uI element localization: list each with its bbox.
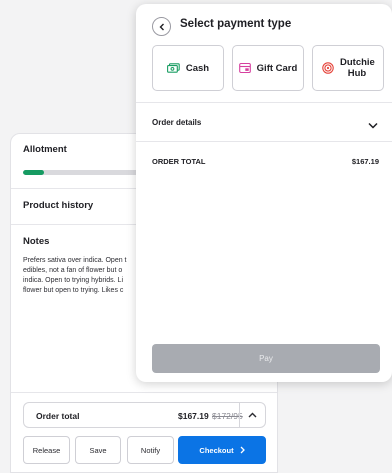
payment-option-label: Cash: [185, 62, 210, 74]
order-total-expand-button[interactable]: [239, 403, 265, 427]
release-button[interactable]: Release: [23, 436, 70, 464]
dutchie-hub-icon: [322, 62, 334, 74]
order-total-bar: Order total $167.19 $172/95: [23, 402, 266, 428]
order-details-expand-button[interactable]: [368, 116, 378, 134]
notify-button[interactable]: Notify: [127, 436, 174, 464]
chevron-up-icon: [248, 412, 257, 418]
chevron-left-icon: [159, 23, 164, 30]
divider: [136, 102, 392, 103]
payment-option-cash[interactable]: Cash: [152, 45, 224, 91]
chevron-down-icon: [368, 122, 378, 129]
chevron-right-icon: [240, 446, 245, 454]
payment-drawer: Select payment type Cash Gift Card Dutch…: [136, 4, 392, 382]
payment-order-total-label: ORDER TOTAL: [152, 157, 206, 166]
payment-option-gift-card[interactable]: Gift Card: [232, 45, 304, 91]
payment-title: Select payment type: [180, 18, 292, 30]
save-button[interactable]: Save: [75, 436, 121, 464]
payment-option-label: Dutchie Hub: [340, 57, 375, 79]
divider: [136, 141, 392, 142]
checkout-button-label: Checkout: [199, 445, 234, 455]
order-total-value: $167.19: [178, 411, 209, 421]
order-details-toggle[interactable]: Order details: [152, 118, 201, 127]
cash-icon: [166, 63, 180, 73]
payment-option-label: Gift Card: [256, 62, 298, 74]
back-button[interactable]: [152, 17, 171, 36]
checkout-button[interactable]: Checkout: [178, 436, 266, 464]
pay-button[interactable]: Pay: [152, 344, 380, 373]
payment-order-total-value: $167.19: [351, 157, 379, 166]
gift-card-icon: [238, 62, 251, 74]
cart-action-buttons: Release Save Notify Checkout: [23, 436, 267, 464]
order-total-label: Order total: [36, 411, 80, 421]
divider: [11, 392, 277, 393]
allotment-progress-fill: [23, 170, 44, 175]
payment-option-dutchie-hub[interactable]: Dutchie Hub: [312, 45, 384, 91]
